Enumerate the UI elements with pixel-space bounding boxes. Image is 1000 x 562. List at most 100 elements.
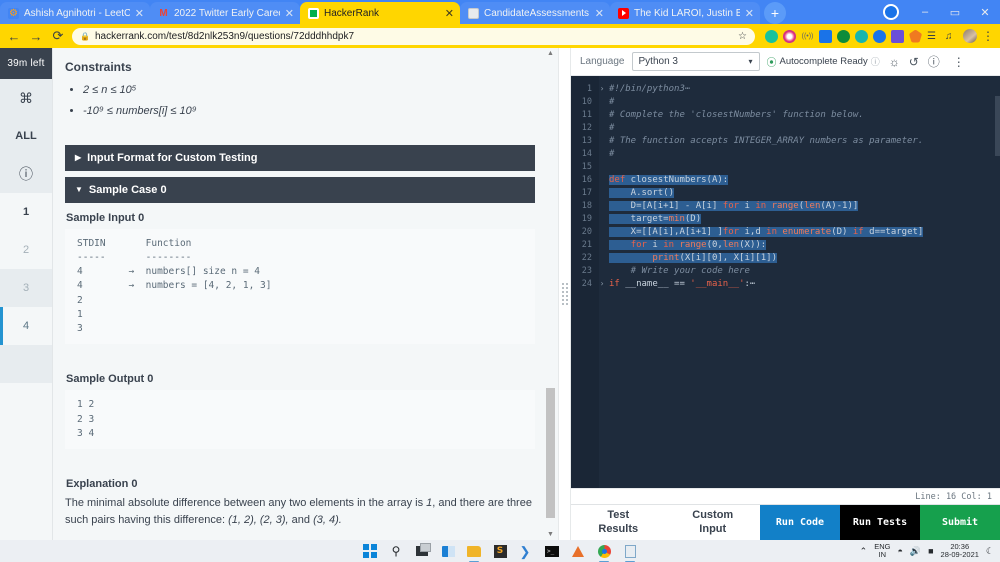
taskbar-apps: ⚲ S ❯ >_ <box>362 543 638 562</box>
start-button[interactable] <box>362 543 378 559</box>
wifi-icon[interactable]: ◓ <box>897 546 902 556</box>
editor-scrollbar[interactable] <box>995 76 1000 488</box>
close-icon[interactable]: ✕ <box>745 7 754 20</box>
code-text: # <box>609 122 615 133</box>
file-explorer-icon[interactable] <box>466 543 482 562</box>
scroll-down-arrow-icon[interactable]: ▼ <box>547 531 554 538</box>
browser-tab-1[interactable]: M 2022 Twitter Early Career Engine ✕ <box>150 2 300 24</box>
moon-icon[interactable]: ☾ <box>986 546 994 557</box>
widgets-icon[interactable] <box>440 543 456 559</box>
vlc-icon[interactable] <box>570 543 586 559</box>
cast-icon[interactable]: ☰ <box>927 30 940 43</box>
kebab-menu-icon[interactable]: ⋮ <box>953 55 965 69</box>
code-text: for i in range(0,len(X)): <box>607 239 767 250</box>
code-line: 16 def closestNumbers(A): <box>571 173 1000 186</box>
code-line: 1 › #!/bin/python3⋯ <box>571 82 1000 95</box>
cast-text-icon[interactable]: ((•)) <box>801 30 814 43</box>
blue-extension-icon[interactable] <box>873 29 886 43</box>
notepad-icon[interactable] <box>622 543 638 562</box>
reload-button[interactable]: ⟳ <box>50 28 66 44</box>
browser-tab-2-active[interactable]: HackerRank ✕ <box>300 2 460 24</box>
close-icon[interactable]: ✕ <box>135 7 144 20</box>
fold-arrow-icon[interactable]: › <box>597 279 607 288</box>
code-line: 11 # Complete the 'closestNumbers' functi… <box>571 108 1000 121</box>
task-view-icon[interactable] <box>414 543 431 559</box>
explanation-emphasis-2: (1, 2), (2, 3), <box>228 513 289 526</box>
password-extension-icon[interactable] <box>891 29 904 43</box>
test-results-button[interactable]: Test Results <box>571 505 666 540</box>
command-icon: ⌘ <box>19 89 33 106</box>
sidebar-item-shortcuts[interactable]: ⌘ <box>0 79 52 117</box>
accordion-input-format[interactable]: ▶ Input Format for Custom Testing <box>65 144 535 171</box>
statement-scrollbar[interactable]: ▲ ▼ <box>546 48 555 540</box>
search-icon[interactable]: ⚲ <box>388 543 404 559</box>
instagram-extension-icon[interactable] <box>783 29 796 43</box>
volume-icon[interactable]: 🔊 <box>910 546 921 557</box>
sidebar-item-info[interactable]: ⓘ <box>0 155 52 193</box>
help-icon[interactable]: ⓘ <box>928 53 940 70</box>
sidebar-item-question-4[interactable]: 4 <box>0 307 52 345</box>
browser-tab-4[interactable]: The Kid LAROI, Justin Bieber - ST ✕ <box>610 2 760 24</box>
address-bar[interactable]: 🔒 hackerrank.com/test/8d2nlk253n9/questi… <box>72 27 755 45</box>
accordion-sample-case-0[interactable]: ▼ Sample Case 0 <box>65 176 535 203</box>
panel-resize-handle[interactable] <box>558 48 570 540</box>
maximize-button[interactable]: ▭ <box>940 0 970 24</box>
browser-tab-0[interactable]: ⚙ Ashish Agnihotri - LeetCode Prof ✕ <box>0 2 150 24</box>
sidebar-item-all[interactable]: ALL <box>0 117 52 155</box>
scroll-up-arrow-icon[interactable]: ▲ <box>547 50 554 57</box>
screen-capture-extension-icon[interactable] <box>819 29 832 43</box>
language-select[interactable]: Python 3 ▾ <box>631 52 760 71</box>
code-text: target=min(D) <box>609 213 702 224</box>
run-code-button[interactable]: Run Code <box>760 505 840 540</box>
sublime-text-icon[interactable]: S <box>492 543 508 559</box>
minimize-button[interactable]: – <box>910 0 940 24</box>
teal-extension-icon[interactable] <box>855 29 868 43</box>
vscode-icon[interactable]: ❯ <box>518 543 534 559</box>
back-button[interactable]: ← <box>6 29 22 44</box>
tray-chevron-icon[interactable]: ⌃ <box>860 546 868 557</box>
new-tab-button[interactable]: + <box>764 2 786 24</box>
tab-title: 2022 Twitter Early Career Engine <box>174 7 280 19</box>
list-item: 2 ≤ n ≤ 10⁵ <box>83 83 535 98</box>
close-icon[interactable]: ✕ <box>285 7 294 20</box>
line-number: 19 <box>581 213 592 224</box>
browser-tab-3[interactable]: CandidateAssessments ✕ <box>460 2 610 24</box>
fold-arrow-icon[interactable]: › <box>597 84 607 93</box>
kebab-menu-icon[interactable]: ⋮ <box>982 29 994 43</box>
star-icon[interactable]: ☆ <box>738 31 747 42</box>
info-circle-icon[interactable]: ⓘ <box>871 55 880 68</box>
profile-avatar[interactable] <box>880 0 910 24</box>
scrollbar-thumb[interactable] <box>546 388 555 518</box>
battery-icon[interactable]: ■ <box>928 546 933 556</box>
terminal-icon[interactable]: >_ <box>544 543 560 559</box>
code-area[interactable]: 1 › #!/bin/python3⋯ 10 #11 # Complete the 'cl… <box>571 76 1000 488</box>
accordion-label: Sample Case 0 <box>88 183 167 196</box>
green-extension-icon[interactable] <box>837 29 850 43</box>
custom-input-button[interactable]: Custom Input <box>666 505 761 540</box>
info-icon: ⓘ <box>19 166 33 182</box>
close-window-button[interactable]: ✕ <box>970 0 1000 24</box>
language-indicator[interactable]: ENG IN <box>874 543 890 559</box>
explanation-emphasis-3: (3, 4). <box>313 513 342 526</box>
editor-status-bar: Line: 16 Col: 1 <box>571 488 1000 504</box>
puzzle-extensions-icon[interactable] <box>909 29 922 43</box>
close-icon[interactable]: ✕ <box>445 7 454 20</box>
submit-button[interactable]: Submit <box>920 505 1000 540</box>
sidebar-item-question-1[interactable]: 1 <box>0 193 52 231</box>
sample-input-code: STDIN Function ----- -------- 4 → number… <box>65 228 535 345</box>
forward-button[interactable]: → <box>28 29 44 44</box>
run-tests-button[interactable]: Run Tests <box>840 505 920 540</box>
brightness-icon[interactable]: ☼ <box>889 55 900 69</box>
autocomplete-status: ⦿ Autocomplete Ready ⓘ <box>767 54 880 69</box>
grammarly-extension-icon[interactable] <box>765 29 778 43</box>
close-icon[interactable]: ✕ <box>595 7 604 20</box>
playlist-icon[interactable]: ♫ <box>945 30 958 43</box>
avatar[interactable] <box>963 29 977 43</box>
sidebar-item-question-2[interactable]: 2 <box>0 231 52 269</box>
sidebar-item-question-3[interactable]: 3 <box>0 269 52 307</box>
history-icon[interactable]: ↺ <box>909 55 919 69</box>
code-line: 13 # The function accepts INTEGER_ARRAY n… <box>571 134 1000 147</box>
clock[interactable]: 20:36 28-09-2021 <box>941 542 979 560</box>
chrome-icon[interactable] <box>596 543 612 562</box>
test-results-line-2: Results <box>598 522 639 535</box>
